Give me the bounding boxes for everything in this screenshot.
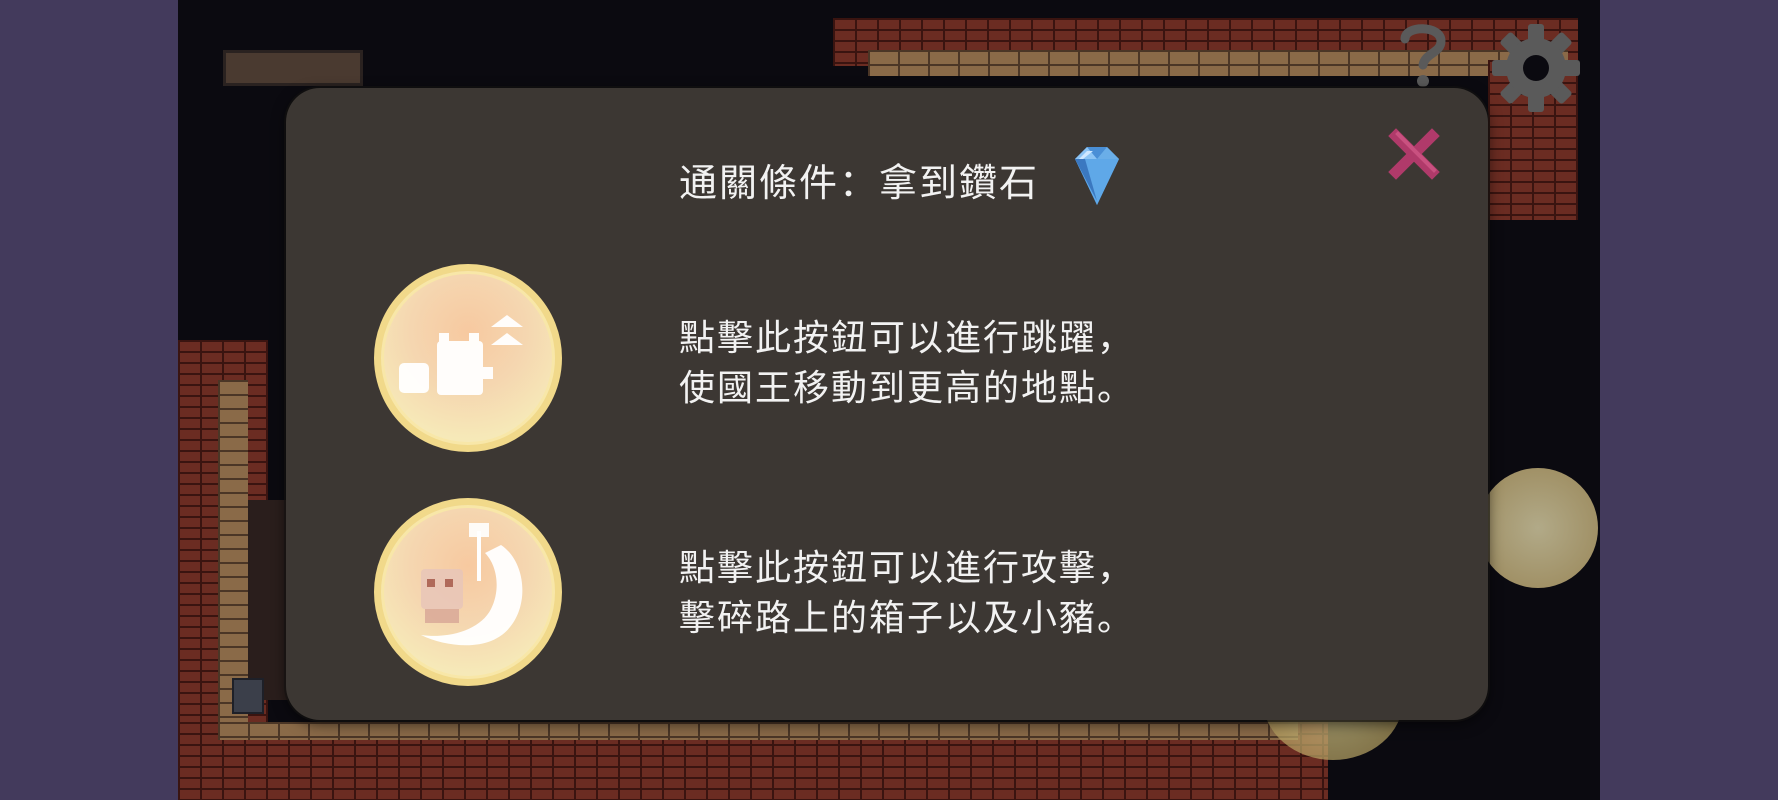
- help-button[interactable]: [1388, 16, 1458, 90]
- stone-block: [232, 678, 264, 714]
- close-x-icon: [1384, 128, 1444, 188]
- jump-button-background: [1478, 468, 1598, 588]
- jump-button[interactable]: [374, 264, 562, 452]
- attack-description-line1: 點擊此按鈕可以進行攻擊，: [679, 548, 1136, 589]
- attack-button[interactable]: [374, 498, 562, 686]
- stone-floor-edge: [218, 722, 1298, 740]
- signpost-sprite: [223, 50, 363, 86]
- jump-arrow-icon: [381, 271, 555, 445]
- dark-room-left: [248, 500, 288, 700]
- jump-description: 點擊此按鈕可以進行跳躍， 使國王移動到更高的地點。: [679, 314, 1135, 414]
- attack-description: 點擊此按鈕可以進行攻擊， 擊碎路上的箱子以及小豬。: [679, 544, 1135, 644]
- clear-condition-label: 通關條件：拿到鑽石: [679, 160, 1040, 205]
- question-mark-icon: [1391, 17, 1455, 89]
- close-button[interactable]: [1384, 124, 1444, 184]
- attack-description-line2: 擊碎路上的箱子以及小豬。: [679, 598, 1136, 639]
- diamond-icon: [1061, 139, 1133, 220]
- jump-description-line1: 點擊此按鈕可以進行跳躍，: [679, 318, 1136, 359]
- settings-button[interactable]: [1488, 20, 1584, 116]
- clear-condition: 通關條件：拿到鑽石: [679, 136, 1133, 222]
- tutorial-dialog: 通關條件：拿到鑽石 點擊此按鈕可以進行跳躍， 使國王移動到更高的地點。 點擊此按…: [286, 88, 1488, 720]
- hammer-slash-icon: [381, 505, 555, 679]
- gear-icon: [1490, 22, 1582, 114]
- stone-ledge-top: [868, 50, 1568, 76]
- jump-description-line2: 使國王移動到更高的地點。: [679, 368, 1136, 409]
